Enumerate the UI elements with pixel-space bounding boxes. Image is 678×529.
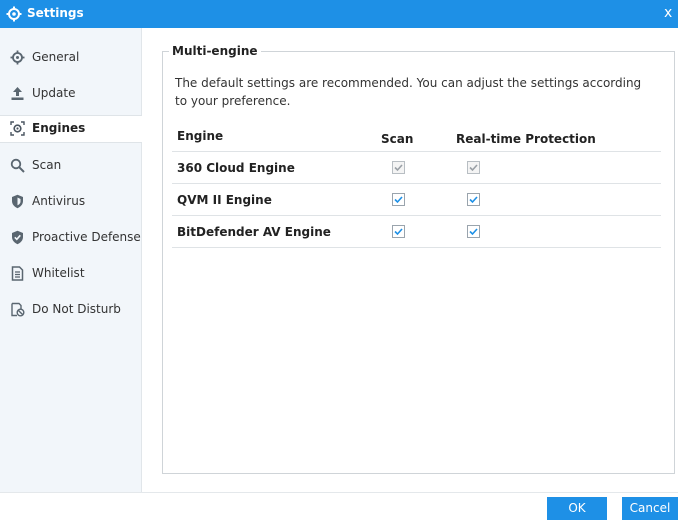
groupbox-title: Multi-engine: [169, 44, 261, 58]
sidebar-item-label: Whitelist: [32, 266, 85, 280]
checkmark-icon: [394, 228, 403, 236]
checkmark-icon: [469, 164, 478, 172]
scan-checkbox[interactable]: [392, 225, 405, 238]
sidebar-item-label: General: [32, 50, 80, 64]
sidebar-item-engines[interactable]: Engines: [0, 115, 142, 143]
table-row: BitDefender AV Engine: [172, 215, 661, 248]
multi-engine-groupbox: [162, 51, 675, 474]
sidebar-item-label: Engines: [32, 121, 86, 135]
document-icon: [11, 266, 24, 281]
sidebar: General Update Engines Scan Antivirus Pr…: [0, 28, 142, 492]
sidebar-item-do-not-disturb[interactable]: Do Not Disturb: [0, 296, 141, 324]
sidebar-item-antivirus[interactable]: Antivirus: [0, 188, 141, 216]
gear-icon: [10, 50, 25, 65]
column-header-realtime: Real-time Protection: [456, 132, 596, 146]
shield-icon: [12, 194, 23, 209]
search-icon: [10, 158, 25, 173]
engine-icon: [10, 121, 25, 136]
sidebar-item-label: Update: [32, 86, 76, 100]
realtime-checkbox[interactable]: [467, 225, 480, 238]
description-text: The default settings are recommended. Yo…: [175, 76, 642, 108]
table-row: QVM II Engine: [172, 183, 661, 215]
sidebar-item-whitelist[interactable]: Whitelist: [0, 260, 141, 288]
engine-name: BitDefender AV Engine: [177, 225, 331, 239]
cancel-button[interactable]: Cancel: [622, 497, 678, 520]
column-header-scan: Scan: [381, 132, 414, 146]
checkmark-icon: [469, 228, 478, 236]
title-bar: Settings x: [0, 0, 678, 28]
upload-icon: [11, 87, 24, 100]
sidebar-item-update[interactable]: Update: [0, 80, 141, 108]
sidebar-item-general[interactable]: General: [0, 44, 141, 72]
engine-name: QVM II Engine: [177, 193, 272, 207]
checkmark-icon: [394, 196, 403, 204]
engine-name: 360 Cloud Engine: [177, 161, 295, 175]
realtime-checkbox[interactable]: [467, 161, 480, 174]
sidebar-item-proactive-defense[interactable]: Proactive Defense: [0, 224, 141, 252]
table-row: 360 Cloud Engine: [172, 151, 661, 183]
window-title: Settings: [27, 6, 84, 20]
checkmark-icon: [394, 164, 403, 172]
realtime-checkbox[interactable]: [467, 193, 480, 206]
ok-button[interactable]: OK: [547, 497, 607, 520]
sidebar-item-label: Do Not Disturb: [32, 302, 121, 316]
do-not-disturb-icon: [11, 302, 25, 317]
scan-checkbox[interactable]: [392, 161, 405, 174]
sidebar-item-label: Proactive Defense: [32, 230, 141, 244]
close-button[interactable]: x: [664, 2, 678, 24]
gear-icon: [6, 6, 22, 22]
column-header-engine: Engine: [177, 129, 224, 143]
shield-check-icon: [12, 230, 23, 245]
sidebar-item-label: Scan: [32, 158, 62, 172]
sidebar-item-scan[interactable]: Scan: [0, 152, 141, 180]
checkmark-icon: [469, 196, 478, 204]
sidebar-item-label: Antivirus: [32, 194, 86, 208]
scan-checkbox[interactable]: [392, 193, 405, 206]
